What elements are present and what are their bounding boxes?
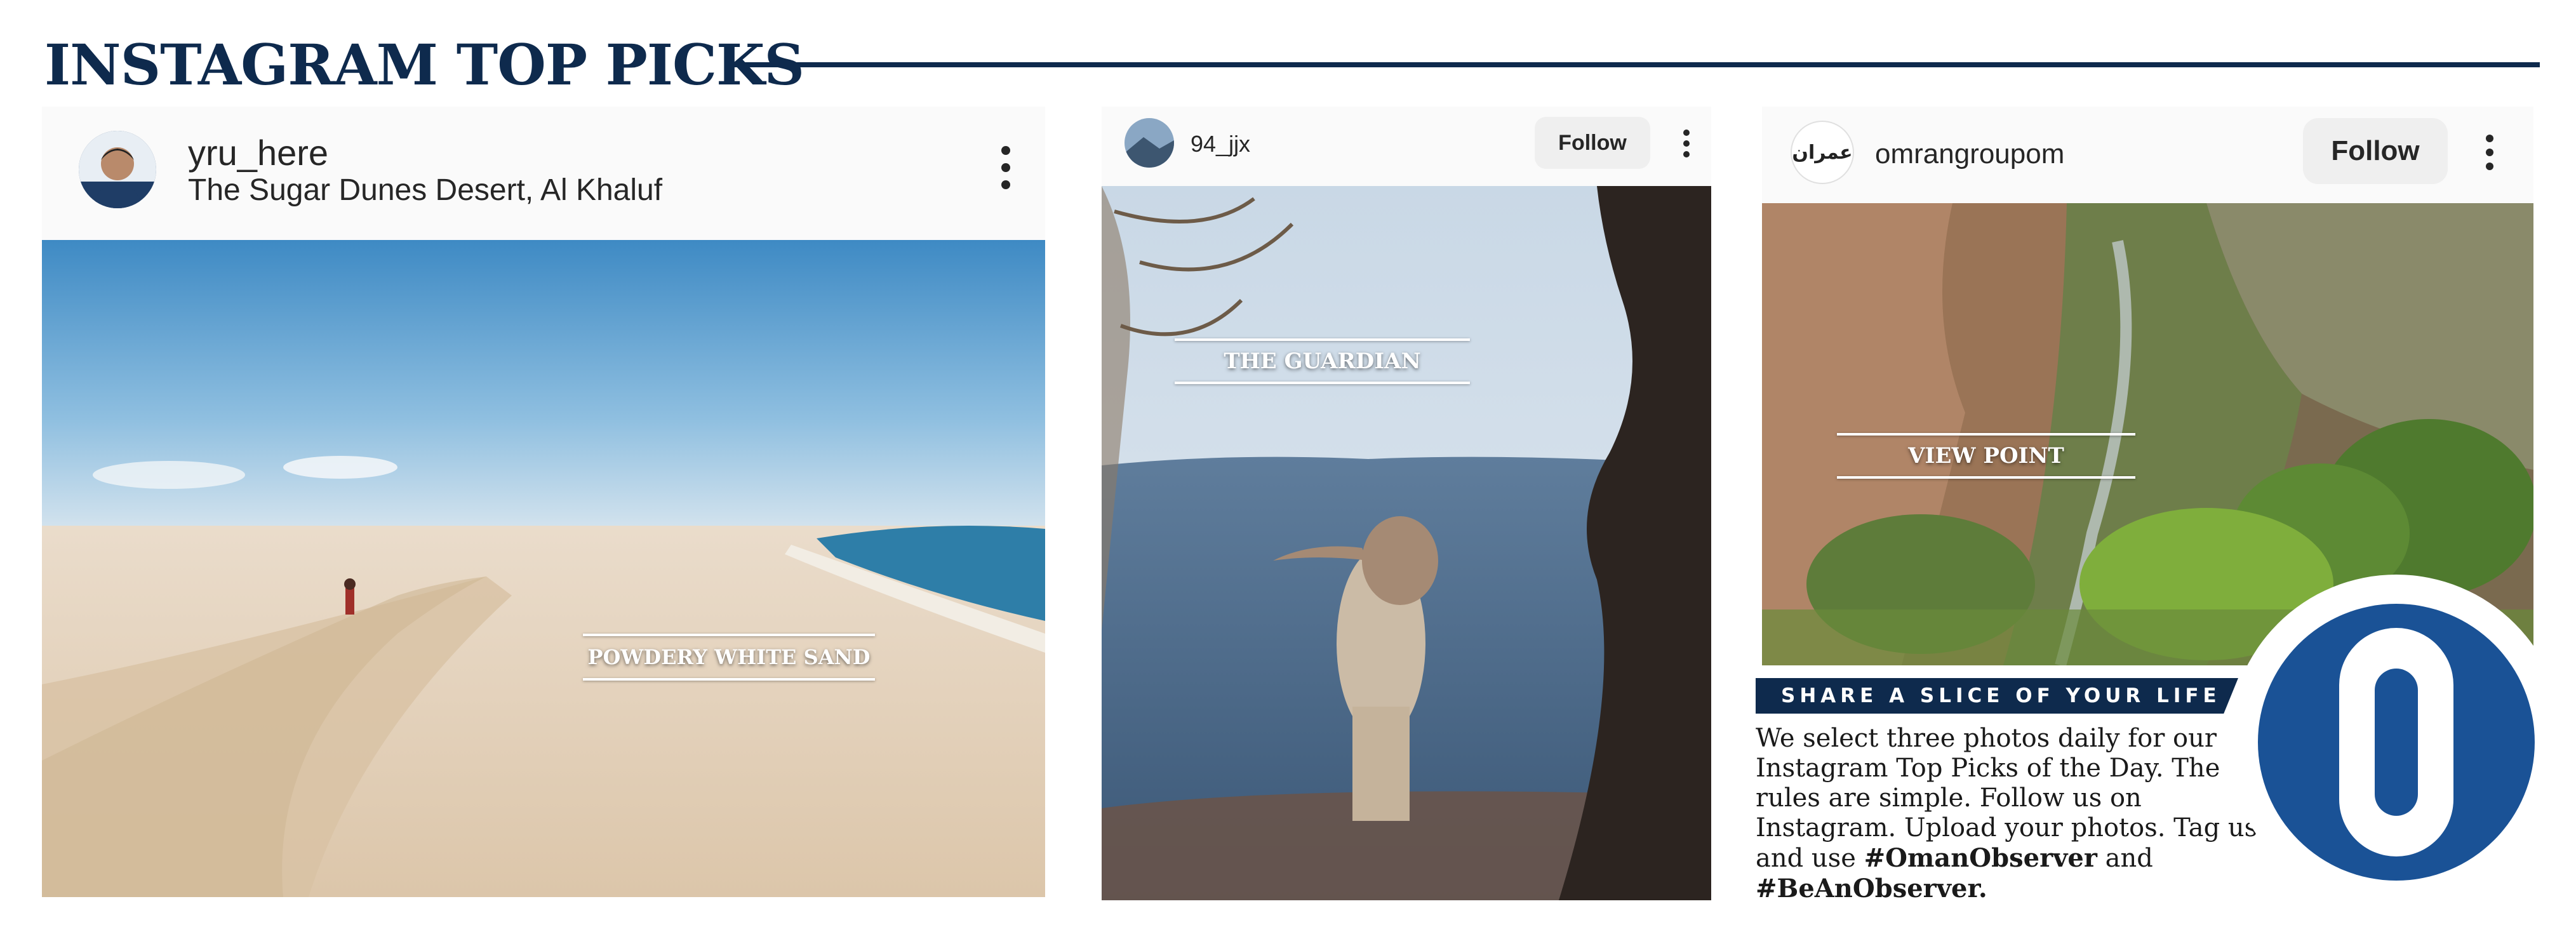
page-title: INSTAGRAM TOP PICKS (44, 32, 804, 98)
more-vertical-icon[interactable] (2485, 135, 2495, 170)
brand-logo-avatar[interactable]: عمران (1791, 121, 1854, 184)
post-photo[interactable]: POWDERY WHITE SAND (42, 240, 1045, 897)
post-header: عمران omrangroupom Follow (1762, 107, 2533, 203)
photo-caption: POWDERY WHITE SAND (583, 634, 875, 681)
post-username[interactable]: 94_jjx (1191, 131, 1250, 157)
user-avatar[interactable] (79, 131, 156, 208)
user-avatar[interactable] (1124, 118, 1174, 168)
follow-button[interactable]: Follow (2303, 118, 2448, 184)
photo-caption: VIEW POINT (1837, 433, 2135, 479)
more-vertical-icon[interactable] (1682, 130, 1691, 157)
photo-caption: THE GUARDIAN (1175, 338, 1470, 384)
more-vertical-icon[interactable] (999, 146, 1012, 189)
hashtag-oman-observer: #OmanObserver (1864, 843, 2097, 873)
post-card-1: yru_here The Sugar Dunes Desert, Al Khal… (42, 107, 1045, 897)
post-photo[interactable]: THE GUARDIAN (1102, 186, 1711, 900)
post-card-2: 94_jjx Follow THE GUARDIAN (1102, 107, 1711, 900)
post-header: yru_here The Sugar Dunes Desert, Al Khal… (42, 107, 1045, 240)
info-text: We select three photos daily for our Ins… (1756, 724, 2258, 903)
post-username[interactable]: omrangroupom (1875, 138, 2064, 170)
title-rule (730, 62, 2540, 67)
follow-button[interactable]: Follow (1535, 117, 1650, 169)
post-location[interactable]: The Sugar Dunes Desert, Al Khaluf (188, 173, 662, 208)
hashtag-be-an-observer: #BeAnObserver. (1756, 874, 1987, 903)
post-username[interactable]: yru_here (188, 132, 328, 173)
share-banner: SHARE A SLICE OF YOUR LIFE (1756, 678, 2238, 714)
oman-observer-logo (2227, 573, 2565, 911)
post-header: 94_jjx Follow (1102, 107, 1711, 186)
